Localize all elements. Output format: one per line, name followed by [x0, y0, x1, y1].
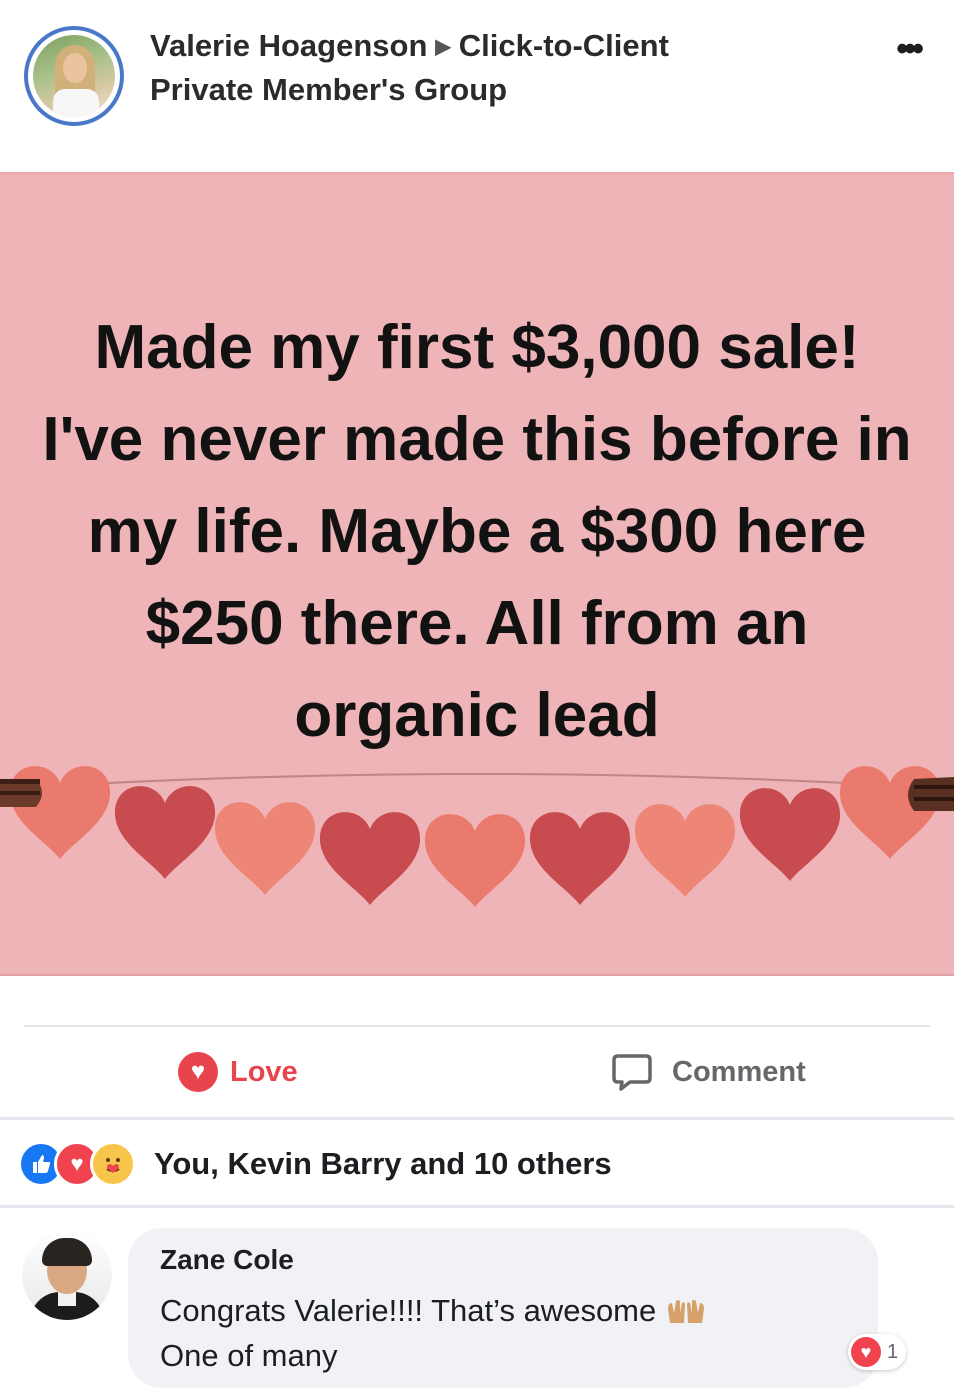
divider	[24, 1025, 930, 1027]
more-options-icon[interactable]: •••	[896, 30, 924, 69]
hearts-garland-illustration	[0, 766, 954, 907]
author-photo	[33, 35, 115, 117]
post-image[interactable]: Made my first $3,000 sale! I've never ma…	[0, 172, 954, 976]
group-name[interactable]: Click-to-Client	[459, 28, 669, 63]
caret-right-icon: ▶	[435, 36, 451, 58]
author-line: Valerie Hoagenson ▶ Click-to-Client	[150, 28, 669, 64]
comment-reaction-count: 1	[887, 1340, 899, 1363]
divider	[0, 1205, 954, 1208]
comment-text-line2: One of many	[160, 1338, 338, 1373]
comment-text: Congrats Valerie!!!! That’s awesome	[160, 1293, 657, 1328]
comment-reaction-badge[interactable]: ♥ 1	[848, 1334, 907, 1370]
love-button[interactable]: ♥ Love	[178, 1050, 298, 1094]
reaction-summary[interactable]: You, Kevin Barry and 10 others	[154, 1146, 612, 1182]
comment-bubble: Zane Cole Congrats Valerie!!!! That’s aw…	[128, 1228, 878, 1388]
reactions-row[interactable]: ♥ You, Kevin Barry and 10 others	[18, 1140, 612, 1188]
comment-bubble-icon	[612, 1054, 652, 1091]
comment-button[interactable]: Comment	[610, 1050, 806, 1094]
heart-icon: ♥	[178, 1052, 218, 1092]
group-type: Private Member's Group	[150, 72, 508, 107]
comment-text-line1: Congrats Valerie!!!! That’s awesome	[160, 1293, 706, 1329]
commenter-name[interactable]: Zane Cole	[160, 1244, 294, 1276]
post-header: Valerie Hoagenson ▶ Click-to-Client Privat…	[0, 0, 954, 172]
love-reaction-icon: ♥	[851, 1337, 881, 1367]
post-image-text: Made my first $3,000 sale! I've never ma…	[42, 313, 912, 750]
author-name[interactable]: Valerie Hoagenson	[150, 28, 427, 63]
comment-label: Comment	[672, 1055, 806, 1088]
raising-hands-emoji-icon	[668, 1300, 705, 1323]
divider	[0, 1117, 954, 1120]
love-label: Love	[230, 1055, 298, 1088]
commenter-avatar[interactable]	[22, 1230, 112, 1320]
care-reaction-icon	[90, 1141, 136, 1187]
author-avatar[interactable]	[24, 26, 124, 126]
